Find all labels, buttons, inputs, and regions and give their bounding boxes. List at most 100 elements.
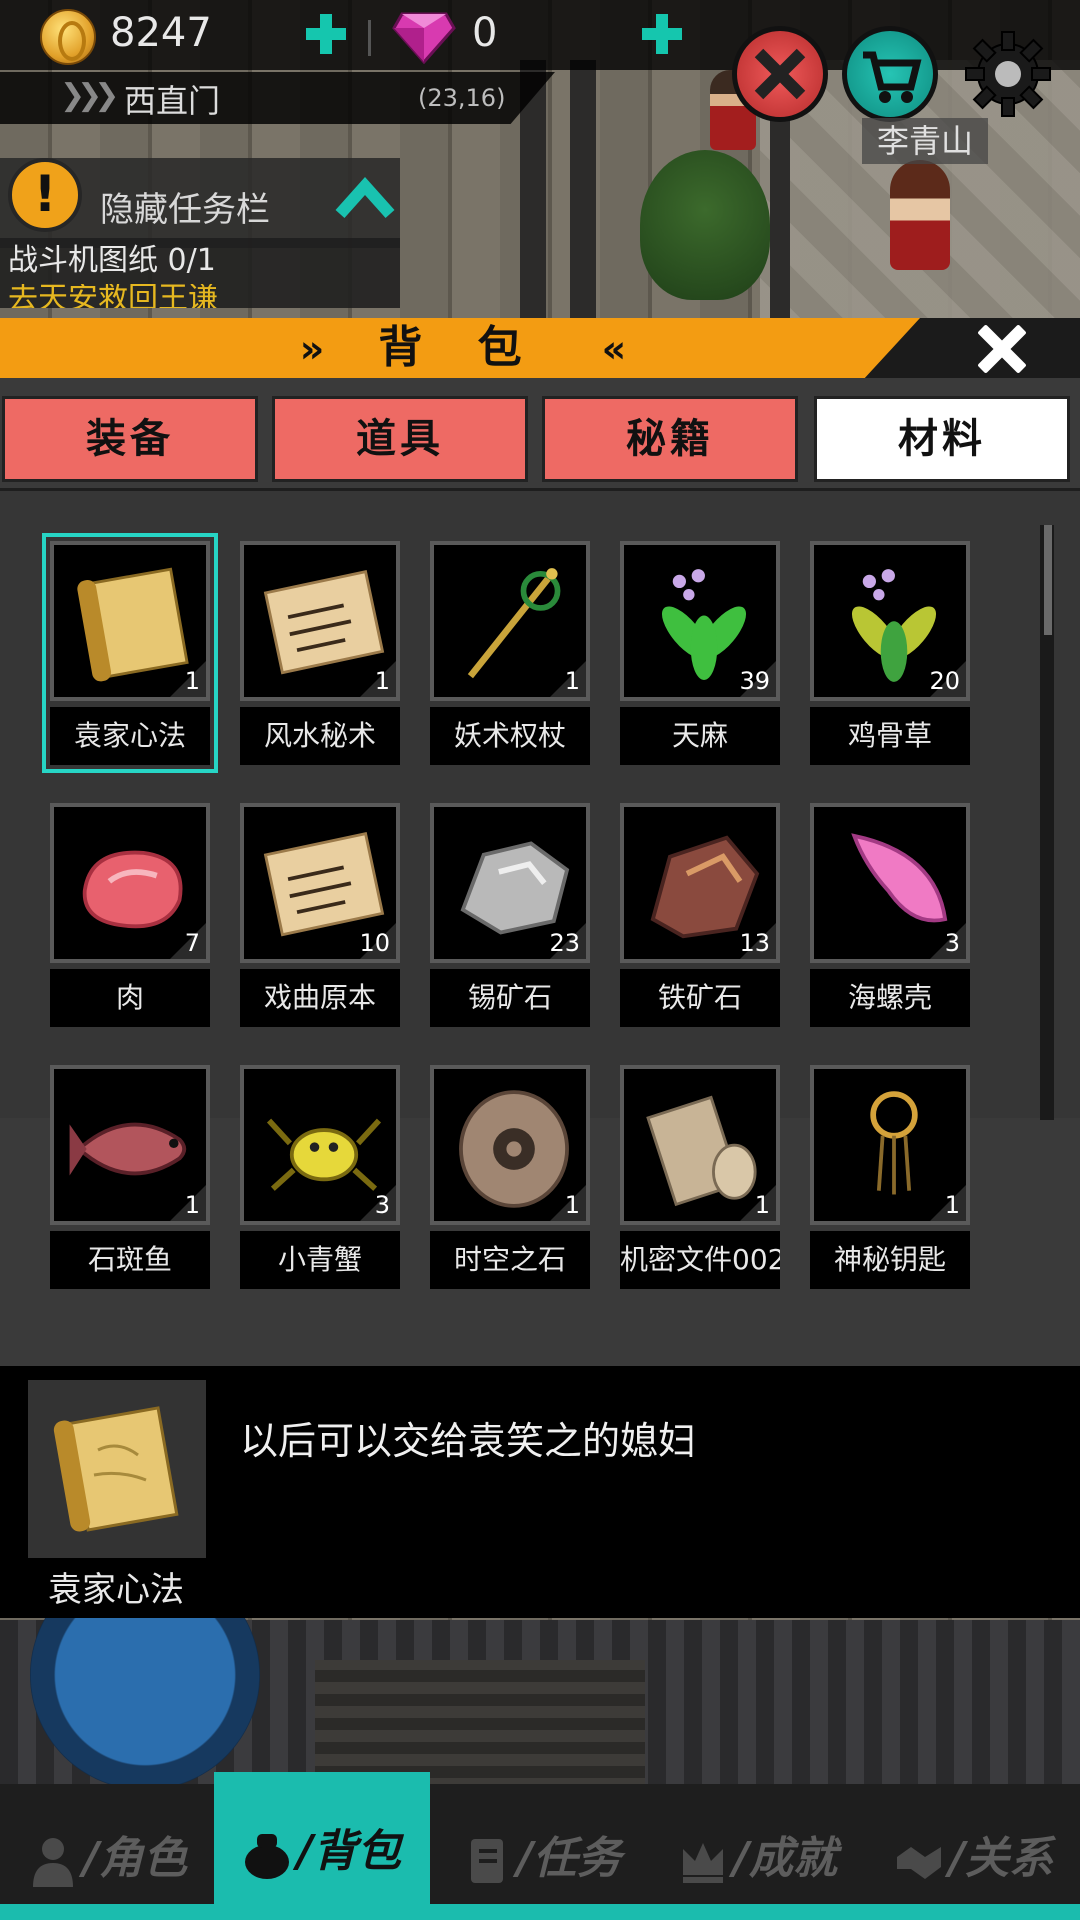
gear-icon (965, 31, 1051, 117)
nav-achievements[interactable]: /成就 (650, 1784, 866, 1920)
item-count: 1 (944, 1191, 960, 1219)
item-name: 石斑鱼 (50, 1231, 210, 1289)
shop-icon (863, 51, 922, 103)
inventory-slot[interactable]: 39 天麻 (620, 541, 780, 767)
item-count: 39 (739, 667, 770, 695)
location-name: 西直门 (124, 82, 221, 120)
panel-title: 背 包 (378, 322, 542, 373)
nav-character[interactable]: /角色 (0, 1784, 216, 1920)
item-name: 时空之石 (430, 1231, 590, 1289)
quest-book-icon (470, 1839, 503, 1883)
detail-item-description: 以后可以交给袁笑之的媳妇 (240, 1419, 697, 1463)
item-count: 10 (359, 929, 390, 957)
person-icon (32, 1838, 73, 1887)
item-icon-frame: 13 (620, 803, 780, 963)
inventory-slot[interactable]: 13 铁矿石 (620, 803, 780, 1029)
inventory-slot[interactable]: 1 时空之石 (430, 1065, 590, 1291)
detail-item-name: 袁家心法 (48, 1570, 184, 1610)
settings-button[interactable] (960, 26, 1056, 122)
inventory-slot[interactable]: 23 锡矿石 (430, 803, 590, 1029)
item-name: 小青蟹 (240, 1231, 400, 1289)
item-name: 铁矿石 (620, 969, 780, 1027)
quest-tracker-line[interactable]: 战斗机图纸 0/1 (0, 238, 400, 284)
nav-accent-strip (0, 1904, 1080, 1920)
item-name: 戏曲原本 (240, 969, 400, 1027)
npc-name-label: 李青山 (862, 118, 988, 164)
bag-icon (244, 1834, 289, 1879)
item-grid[interactable]: 1 袁家心法 1 风水秘术 1 妖术权杖 39 天麻 20 鸡骨草 7 肉 10 戏曲原本 23 锡矿石 13 铁… (0, 488, 1080, 1289)
quest-toggle-bar[interactable]: ! 隐藏任务栏 (0, 158, 400, 248)
quest-tracker-line[interactable]: 去天安救回王谦 (0, 284, 400, 308)
inventory-slot[interactable]: 3 小青蟹 (240, 1065, 400, 1291)
add-gem-icon[interactable] (640, 12, 684, 56)
item-name: 鸡骨草 (810, 707, 970, 765)
bag-panel: » 背 包 « 装备 道具 秘籍 材料 1 袁家心法 1 风水秘术 1 妖术权杖 39 天麻 20 鸡… (0, 318, 1080, 1618)
inventory-slot[interactable]: 1 风水秘术 (240, 541, 400, 767)
item-icon-frame: 1 (430, 1065, 590, 1225)
inventory-slot[interactable]: 1 神秘钥匙 (810, 1065, 970, 1291)
chevron-up-icon[interactable] (334, 176, 396, 220)
hud-separator (368, 20, 371, 56)
item-count: 23 (549, 929, 580, 957)
item-detail: 袁家心法 以后可以交给袁笑之的媳妇 (0, 1366, 1080, 1618)
item-count: 7 (184, 929, 200, 957)
item-icon-frame: 10 (240, 803, 400, 963)
location-bar: ❯❯❯ 西直门 (23,16) (0, 72, 555, 124)
item-icon-frame: 1 (50, 541, 210, 701)
item-count: 1 (564, 667, 580, 695)
inventory-slot[interactable]: 7肉 (50, 803, 210, 1029)
inventory-slot[interactable]: 1 妖术权杖 (430, 541, 590, 767)
item-icon-frame: 1 (50, 1065, 210, 1225)
item-count: 3 (374, 1191, 390, 1219)
detail-scroll-icon (28, 1380, 206, 1558)
map-tree (640, 150, 770, 300)
item-count: 1 (184, 667, 200, 695)
npc-character[interactable] (890, 160, 950, 270)
gem-amount: 0 (472, 10, 498, 56)
item-name: 风水秘术 (240, 707, 400, 765)
nav-relations[interactable]: /关系 (866, 1784, 1080, 1920)
item-count: 20 (929, 667, 960, 695)
inventory-slot[interactable]: 1 石斑鱼 (50, 1065, 210, 1291)
item-name: 妖术权杖 (430, 707, 590, 765)
item-name: 袁家心法 (50, 707, 210, 765)
item-name: 机密文件002 (620, 1231, 780, 1289)
item-icon-frame: 1 (240, 541, 400, 701)
close-icon[interactable] (968, 318, 1032, 382)
nav-quests[interactable]: /任务 (434, 1784, 650, 1920)
handshake-icon (896, 1847, 941, 1879)
tab-equipment[interactable]: 装备 (2, 396, 258, 482)
tab-skill-books[interactable]: 秘籍 (542, 396, 798, 482)
inventory-slot[interactable]: 20 鸡骨草 (810, 541, 970, 767)
alert-icon: ! (8, 158, 82, 232)
item-icon-frame: 1 (430, 541, 590, 701)
add-coin-icon[interactable] (304, 12, 348, 56)
nav-label: /角色 (82, 1833, 188, 1884)
scrollbar-thumb[interactable] (1044, 525, 1052, 635)
item-icon-frame: 3 (240, 1065, 400, 1225)
tab-items[interactable]: 道具 (272, 396, 528, 482)
location-coordinates: (23,16) (418, 84, 506, 112)
nav-bag[interactable]: /背包 (214, 1772, 430, 1920)
location-chevron-icon: ❯❯❯ (60, 78, 119, 113)
tab-materials[interactable]: 材料 (814, 396, 1070, 482)
item-icon-frame: 20 (810, 541, 970, 701)
inventory-slot[interactable]: 3 海螺壳 (810, 803, 970, 1029)
battle-button[interactable] (732, 26, 828, 122)
inventory-slot[interactable]: 10 戏曲原本 (240, 803, 400, 1029)
item-icon-frame: 7 (50, 803, 210, 963)
item-count: 3 (944, 929, 960, 957)
inventory-slot[interactable]: 1 机密文件002 (620, 1065, 780, 1291)
bottom-nav: /角色 /背包 /任务 /成就 /关系 (0, 1772, 1080, 1920)
item-name: 锡矿石 (430, 969, 590, 1027)
shop-button[interactable] (842, 26, 938, 122)
title-arrow-left-icon: « (601, 327, 626, 371)
item-name: 肉 (50, 969, 210, 1027)
item-icon-frame: 23 (430, 803, 590, 963)
inventory-slot[interactable]: 1 袁家心法 (42, 533, 218, 773)
coin-amount: 8247 (110, 10, 212, 56)
nav-label: /任务 (516, 1833, 622, 1884)
panel-title-row: » 背 包 « (0, 318, 920, 378)
title-arrow-right-icon: » (299, 327, 324, 371)
quest-toggle-label: 隐藏任务栏 (100, 190, 270, 230)
